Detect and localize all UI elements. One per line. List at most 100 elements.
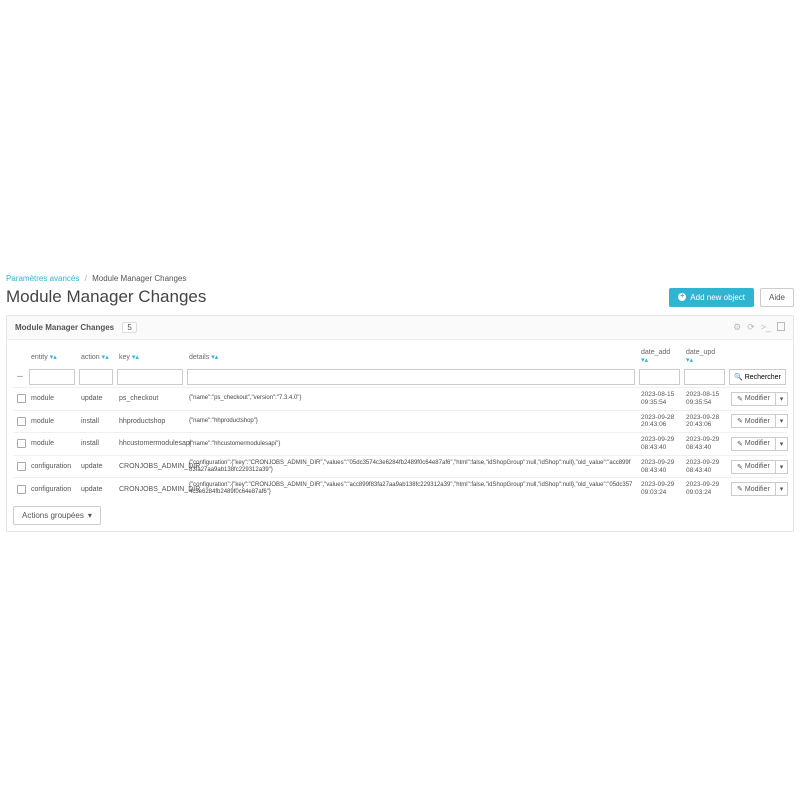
pencil-icon: ✎	[737, 417, 743, 425]
sort-icon: ▾▴	[50, 354, 57, 361]
col-date-add-label: date_add	[641, 349, 670, 356]
col-action[interactable]: action ▾▴	[77, 346, 115, 367]
cell-entity: configuration	[27, 478, 77, 500]
sql-icon[interactable]: >_	[761, 322, 771, 333]
cell-action: install	[77, 433, 115, 456]
row-actions-dropdown[interactable]: ▾	[776, 414, 789, 428]
changes-table: entity ▾▴ action ▾▴ key ▾▴ details ▾▴ da…	[13, 346, 787, 500]
search-icon: 🔍	[734, 373, 743, 381]
chevron-down-icon: ▾	[780, 486, 784, 493]
panel-title: Module Manager Changes	[15, 323, 114, 332]
row-checkbox[interactable]	[17, 417, 26, 426]
breadcrumb-root[interactable]: Paramètres avancés	[6, 274, 79, 283]
cell-date-add: 2023-09-2820:43:06	[637, 410, 682, 433]
cell-entity: module	[27, 410, 77, 433]
table-row: moduleinstallhhproductshop{"name":"hhpro…	[13, 410, 787, 433]
cell-date-add: 2023-08-1509:35:54	[637, 388, 682, 411]
row-checkbox[interactable]	[17, 394, 26, 403]
cell-details: {"configuration":{"key":"CRONJOBS_ADMIN_…	[185, 478, 637, 500]
row-checkbox[interactable]	[17, 485, 26, 494]
filter-date-add[interactable]	[639, 369, 680, 385]
cell-details: {"name":"ps_checkout","version":"7.3.4.0…	[185, 388, 637, 411]
edit-button[interactable]: ✎Modifier	[731, 482, 776, 496]
edit-label: Modifier	[745, 395, 770, 402]
row-checkbox[interactable]	[17, 439, 26, 448]
pencil-icon: ✎	[737, 485, 743, 493]
cell-date-upd: 2023-09-2908:43:40	[682, 455, 727, 478]
cell-details: {"configuration":{"key":"CRONJOBS_ADMIN_…	[185, 455, 637, 478]
cell-date-add: 2023-09-2909:03:24	[637, 478, 682, 500]
search-button[interactable]: 🔍 Rechercher	[729, 369, 786, 385]
sort-icon: ▾▴	[641, 357, 648, 364]
cell-key: CRONJOBS_ADMIN_DIR	[115, 478, 185, 500]
filter-action[interactable]	[79, 369, 113, 385]
search-label: Rechercher	[745, 374, 781, 381]
row-actions-dropdown[interactable]: ▾	[776, 437, 789, 451]
edit-label: Modifier	[745, 486, 770, 493]
filter-date-upd[interactable]	[684, 369, 725, 385]
cell-entity: module	[27, 388, 77, 411]
row-actions-dropdown[interactable]: ▾	[776, 482, 789, 496]
export-icon[interactable]	[777, 322, 785, 331]
table-row: configurationupdateCRONJOBS_ADMIN_DIR{"c…	[13, 455, 787, 478]
col-date-upd[interactable]: date_upd ▾▴	[682, 346, 727, 367]
cell-action: install	[77, 410, 115, 433]
edit-button[interactable]: ✎Modifier	[731, 392, 776, 406]
plus-icon: +	[678, 293, 686, 301]
edit-button[interactable]: ✎Modifier	[731, 414, 776, 428]
edit-button[interactable]: ✎Modifier	[731, 460, 776, 474]
listing-panel: Module Manager Changes 5 ⚙ ⟳ >_ entity ▾…	[6, 315, 794, 532]
table-row: moduleinstallhhcustomermodulesapi{"name"…	[13, 433, 787, 456]
chevron-down-icon: ▾	[780, 418, 784, 425]
col-entity-label: entity	[31, 354, 48, 361]
sort-icon: ▾▴	[102, 354, 109, 361]
edit-button[interactable]: ✎Modifier	[731, 437, 776, 451]
cell-key: CRONJOBS_ADMIN_DIR	[115, 455, 185, 478]
filter-entity[interactable]	[29, 369, 75, 385]
panel-count: 5	[122, 322, 136, 333]
filter-details[interactable]	[187, 369, 635, 385]
cell-date-upd: 2023-08-1509:35:54	[682, 388, 727, 411]
col-entity[interactable]: entity ▾▴	[27, 346, 77, 367]
cell-date-upd: 2023-09-2909:03:24	[682, 478, 727, 500]
col-key[interactable]: key ▾▴	[115, 346, 185, 367]
pencil-icon: ✎	[737, 463, 743, 471]
edit-label: Modifier	[745, 418, 770, 425]
row-actions-dropdown[interactable]: ▾	[776, 392, 789, 406]
col-details[interactable]: details ▾▴	[185, 346, 637, 367]
row-actions-dropdown[interactable]: ▾	[776, 460, 789, 474]
cell-action: update	[77, 455, 115, 478]
cell-action: update	[77, 388, 115, 411]
cell-date-upd: 2023-09-2908:43:40	[682, 433, 727, 456]
clear-filters-button[interactable]: –	[15, 370, 25, 384]
cell-entity: module	[27, 433, 77, 456]
cell-date-add: 2023-09-2908:43:40	[637, 433, 682, 456]
cell-key: hhcustomermodulesapi	[115, 433, 185, 456]
filter-key[interactable]	[117, 369, 183, 385]
refresh-icon[interactable]: ⟳	[747, 322, 755, 333]
bulk-actions-button[interactable]: Actions groupées ▾	[13, 506, 101, 525]
cell-date-add: 2023-09-2908:43:40	[637, 455, 682, 478]
col-action-label: action	[81, 354, 100, 361]
chevron-down-icon: ▾	[780, 464, 784, 471]
pencil-icon: ✎	[737, 395, 743, 403]
chevron-down-icon: ▾	[780, 441, 784, 448]
add-new-object-button[interactable]: + Add new object	[669, 288, 754, 307]
cell-date-upd: 2023-09-2820:43:06	[682, 410, 727, 433]
chevron-down-icon: ▾	[780, 396, 784, 403]
pencil-icon: ✎	[737, 440, 743, 448]
cell-details: {"name":"hhcustomermodulesapi"}	[185, 433, 637, 456]
help-button[interactable]: Aide	[760, 288, 794, 307]
col-details-label: details	[189, 354, 209, 361]
edit-label: Modifier	[745, 440, 770, 447]
bulk-actions-label: Actions groupées	[22, 511, 84, 520]
sort-icon: ▾▴	[686, 357, 693, 364]
col-key-label: key	[119, 354, 130, 361]
breadcrumb: Paramètres avancés / Module Manager Chan…	[6, 274, 794, 283]
cell-key: hhproductshop	[115, 410, 185, 433]
col-date-add[interactable]: date_add ▾▴	[637, 346, 682, 367]
cell-key: ps_checkout	[115, 388, 185, 411]
gear-icon[interactable]: ⚙	[733, 322, 741, 333]
cell-details: {"name":"hhproductshop"}	[185, 410, 637, 433]
row-checkbox[interactable]	[17, 462, 26, 471]
